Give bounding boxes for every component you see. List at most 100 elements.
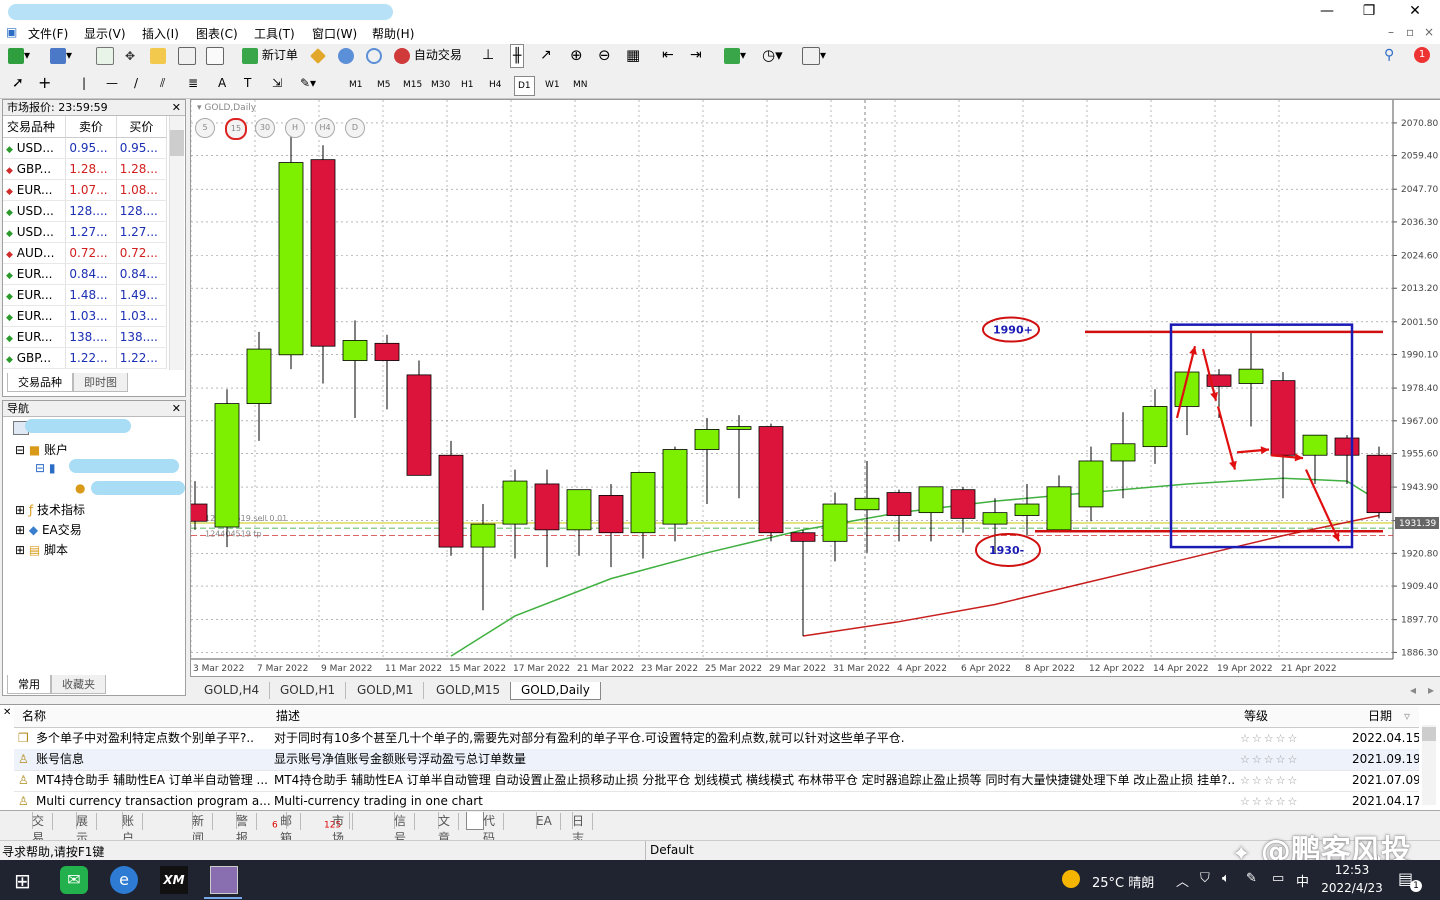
chart-tf-button[interactable]: 15 bbox=[225, 118, 247, 140]
browser-icon[interactable]: e bbox=[110, 866, 138, 894]
candle-body[interactable] bbox=[758, 426, 784, 534]
shapes-icon[interactable]: ✎▾ bbox=[300, 72, 316, 94]
mt4-icon[interactable] bbox=[210, 866, 238, 894]
candle-body[interactable] bbox=[1334, 437, 1360, 456]
quote-row[interactable]: ◆ USD... 0.95... 0.95... bbox=[3, 137, 168, 159]
candle-body[interactable] bbox=[1302, 434, 1328, 456]
col-name[interactable]: 名称 bbox=[22, 706, 46, 727]
candle-body[interactable] bbox=[534, 483, 560, 531]
quote-row[interactable]: ◆ EUR... 138.... 138.... bbox=[3, 326, 168, 348]
quote-row[interactable]: ◆ EUR... 1.48... 1.49... bbox=[3, 284, 168, 306]
chart-tf-button[interactable]: H bbox=[285, 118, 305, 138]
horizontal-line-icon[interactable]: — bbox=[106, 72, 118, 94]
candle-body[interactable] bbox=[406, 374, 432, 476]
candle-body[interactable] bbox=[726, 426, 752, 430]
codebase-row[interactable]: ❒ 多个单子中对盈利特定点数个别单子平?.. 对于同时有10多个甚至几十个单子的,需… bbox=[14, 728, 1419, 750]
terminal-tab[interactable]: 代码库 bbox=[466, 812, 505, 862]
zoom-in-button[interactable]: ⊕ bbox=[570, 44, 583, 66]
quote-row[interactable]: ◆ EUR... 1.07... 1.08... bbox=[3, 179, 168, 201]
close-icon[interactable]: ✕ bbox=[172, 100, 181, 115]
tf-d1[interactable]: D1 bbox=[514, 76, 535, 96]
terminal-button[interactable] bbox=[178, 44, 196, 66]
fibonacci-icon[interactable]: ≣ bbox=[188, 72, 198, 94]
autoscroll-button[interactable]: ⇥ bbox=[690, 44, 702, 66]
terminal-tab[interactable]: 市场 125 bbox=[316, 812, 354, 845]
tray-chevron-icon[interactable]: ︿ bbox=[1176, 871, 1189, 890]
tf-m30[interactable]: M30 bbox=[428, 76, 453, 94]
chart-tab-h4[interactable]: GOLD,H4 bbox=[194, 682, 271, 699]
nav-experts[interactable]: ⊞ ◆ EA交易 bbox=[15, 521, 82, 538]
candle-body[interactable] bbox=[950, 489, 976, 519]
bar-chart-button[interactable]: ⊥ bbox=[482, 44, 494, 66]
chart-tf-button[interactable]: 5 bbox=[195, 118, 215, 138]
candle-body[interactable] bbox=[1142, 406, 1168, 448]
chart-tab-m15[interactable]: GOLD,M15 bbox=[426, 682, 512, 699]
candle-body[interactable] bbox=[982, 512, 1008, 525]
nav-indicators[interactable]: ⊞ ƒ 技术指标 bbox=[15, 501, 85, 518]
codebase-scroll-thumb[interactable] bbox=[1422, 727, 1436, 741]
menu-file[interactable]: 文件(F) bbox=[28, 25, 68, 42]
chart-tab-daily[interactable]: GOLD,Daily bbox=[510, 682, 601, 700]
terminal-tab[interactable]: 交易 bbox=[16, 812, 54, 845]
menu-charts[interactable]: 图表(C) bbox=[196, 25, 238, 42]
candle-body[interactable] bbox=[214, 403, 240, 528]
terminal-tab[interactable]: 文章 bbox=[422, 812, 460, 845]
candle-body[interactable] bbox=[886, 492, 912, 516]
wechat-icon[interactable]: ✉ bbox=[60, 866, 88, 894]
codebase-scrollbar[interactable] bbox=[1422, 725, 1436, 805]
search-icon[interactable]: ⚲ bbox=[1384, 44, 1394, 66]
new-order-button[interactable]: 新订单 bbox=[242, 44, 298, 66]
strategy-tester-button[interactable] bbox=[206, 44, 224, 66]
col-ask[interactable]: 买价 bbox=[116, 116, 168, 138]
terminal-tab[interactable]: 信号 bbox=[378, 812, 416, 845]
quotes-scrollbar[interactable] bbox=[169, 116, 184, 370]
zoom-out-button[interactable]: ⊖ bbox=[598, 44, 611, 66]
col-symbol[interactable]: 交易品种 bbox=[3, 116, 67, 138]
candle-body[interactable] bbox=[694, 429, 720, 450]
tf-mn[interactable]: MN bbox=[570, 76, 591, 94]
quote-row[interactable]: ◆ AUD... 0.72... 0.72... bbox=[3, 242, 168, 264]
tab-common[interactable]: 常用 bbox=[7, 675, 51, 694]
candle-body[interactable] bbox=[598, 495, 624, 534]
terminal-tab[interactable]: 展示 bbox=[60, 812, 98, 845]
close-button[interactable]: ✕ bbox=[1392, 1, 1438, 21]
candle-body[interactable] bbox=[1110, 443, 1136, 462]
candle-body[interactable] bbox=[1270, 380, 1296, 456]
trendline-icon[interactable]: / bbox=[134, 72, 138, 94]
network-icon[interactable]: ▭ bbox=[1272, 871, 1284, 886]
tf-m15[interactable]: M15 bbox=[400, 76, 425, 94]
menu-insert[interactable]: 插入(I) bbox=[142, 25, 179, 42]
mdi-restore-icon[interactable]: ▫ bbox=[1406, 25, 1414, 39]
chart-tab-h1[interactable]: GOLD,H1 bbox=[270, 682, 347, 699]
indicators-button[interactable]: ▾ bbox=[724, 44, 746, 66]
candle-body[interactable] bbox=[374, 342, 400, 361]
quote-row[interactable]: ◆ EUR... 0.84... 0.84... bbox=[3, 263, 168, 285]
chart-tf-button[interactable]: D bbox=[345, 118, 365, 138]
mdi-close-icon[interactable]: × bbox=[1424, 25, 1434, 39]
signals-button[interactable] bbox=[366, 44, 382, 66]
candle-body[interactable] bbox=[438, 454, 464, 548]
tabs-scroll-right-icon[interactable]: ▸ bbox=[1418, 682, 1440, 699]
pen-icon[interactable]: ✎ bbox=[1246, 871, 1257, 886]
price-chart[interactable]: 2070.80 2059.40 2047.70 2036.30 2024.60 2013.… bbox=[191, 100, 1440, 676]
text-tool-icon[interactable]: A bbox=[218, 72, 226, 94]
nav-scripts[interactable]: ⊞ ▤ 脚本 bbox=[15, 541, 68, 558]
terminal-tab[interactable]: 邮箱 6 bbox=[264, 812, 302, 845]
shield-icon[interactable]: ⛉ bbox=[1200, 871, 1210, 886]
tab-favorites[interactable]: 收藏夹 bbox=[51, 675, 106, 694]
data-window-button[interactable]: ✥ bbox=[122, 44, 138, 66]
candle-body[interactable] bbox=[854, 497, 880, 511]
vertical-line-icon[interactable]: | bbox=[82, 72, 86, 94]
menu-tools[interactable]: 工具(T) bbox=[254, 25, 295, 42]
candle-body[interactable] bbox=[1014, 503, 1040, 516]
terminal-tab[interactable]: 账户历史 bbox=[106, 812, 144, 879]
candle-chart-button[interactable]: ╫ bbox=[510, 44, 525, 68]
codebase-row[interactable]: ♙ 账号信息 显示账号净值账号金额账号浮动盈亏总订单数量 ☆☆☆☆☆ 2021.09.1… bbox=[14, 749, 1419, 771]
tf-m5[interactable]: M5 bbox=[374, 76, 394, 94]
cursor-icon[interactable]: ➚ bbox=[12, 72, 24, 94]
terminal-close-icon[interactable]: ✕ bbox=[3, 707, 11, 718]
profiles-button[interactable]: ▾ bbox=[50, 44, 72, 66]
menu-view[interactable]: 显示(V) bbox=[84, 25, 126, 42]
candle-body[interactable] bbox=[1078, 460, 1104, 508]
candle-body[interactable] bbox=[502, 480, 528, 525]
